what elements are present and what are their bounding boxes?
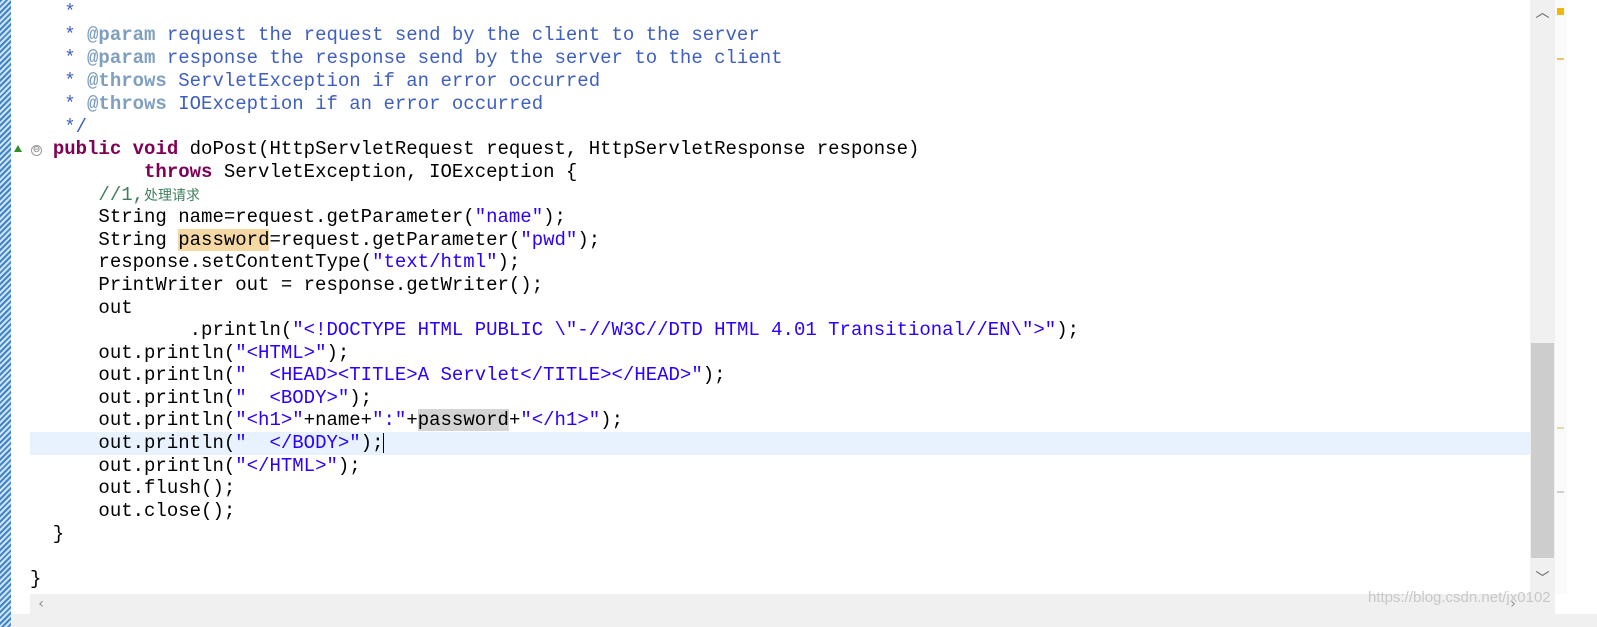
code-line: String password=request.getParameter("pw…	[98, 229, 601, 251]
text-caret	[383, 432, 385, 453]
occurrence-marker[interactable]	[1557, 58, 1564, 60]
code-line: out.flush();	[98, 477, 236, 499]
code-line: }	[30, 568, 42, 590]
code-line: PrintWriter out = response.getWriter();	[98, 274, 544, 296]
watermark-text: https://blog.csdn.net/jx0102	[1368, 589, 1551, 606]
overview-ruler[interactable]	[1555, 0, 1567, 594]
code-line: * @param request the request send by the…	[30, 24, 760, 46]
bottom-border	[11, 614, 1597, 627]
warning-marker-icon[interactable]	[1557, 8, 1564, 15]
vertical-scrollbar[interactable]: ︿ ﹀	[1530, 0, 1555, 594]
code-line: * @param response the response send by t…	[30, 47, 783, 69]
code-line: * @throws ServletException if an error o…	[30, 70, 601, 92]
code-line: */	[30, 116, 88, 138]
occurrence-marker[interactable]	[1557, 427, 1564, 429]
override-marker-icon[interactable]	[14, 145, 22, 152]
code-line: String name=request.getParameter("name")…	[98, 206, 566, 228]
code-line: out.println(" <HEAD><TITLE>A Servlet</TI…	[98, 364, 726, 386]
code-line: response.setContentType("text/html");	[98, 251, 521, 273]
code-line: out.println("<HTML>");	[98, 342, 350, 364]
scroll-left-icon[interactable]: ‹	[30, 594, 52, 614]
left-edge-stripe	[0, 0, 11, 627]
comment-line: //1,处理请求	[98, 184, 201, 206]
code-line: throws ServletException, IOException {	[144, 161, 578, 183]
scroll-down-icon[interactable]: ﹀	[1530, 568, 1555, 590]
scrollbar-thumb[interactable]	[1531, 343, 1554, 558]
code-line: out.close();	[98, 500, 236, 522]
code-line: *	[30, 1, 76, 23]
occurrence-highlight: password	[178, 229, 270, 251]
code-editor[interactable]: * * @param request the request send by t…	[30, 0, 1530, 594]
occurrence-marker[interactable]	[1557, 491, 1564, 493]
code-line: out.println("<h1>"+name+":"+password+"</…	[98, 409, 623, 431]
method-signature-line: public void doPost(HttpServletRequest re…	[52, 138, 920, 160]
code-line: out.println(" <BODY>");	[98, 387, 373, 409]
horizontal-scrollbar[interactable]: ‹ ›	[30, 594, 1555, 614]
scroll-up-icon[interactable]: ︿	[1530, 2, 1555, 24]
code-line: * @throws IOException if an error occurr…	[30, 93, 544, 115]
code-line: }	[30, 523, 65, 545]
editor-gutter: ⊖	[11, 0, 42, 594]
code-line: out.println("</HTML>");	[98, 455, 361, 477]
current-line: out.println(" </BODY>");	[30, 432, 1530, 455]
code-line: out	[98, 297, 133, 319]
occurrence-highlight: password	[417, 409, 509, 431]
code-line: .println("<!DOCTYPE HTML PUBLIC \"-//W3C…	[189, 319, 1080, 341]
